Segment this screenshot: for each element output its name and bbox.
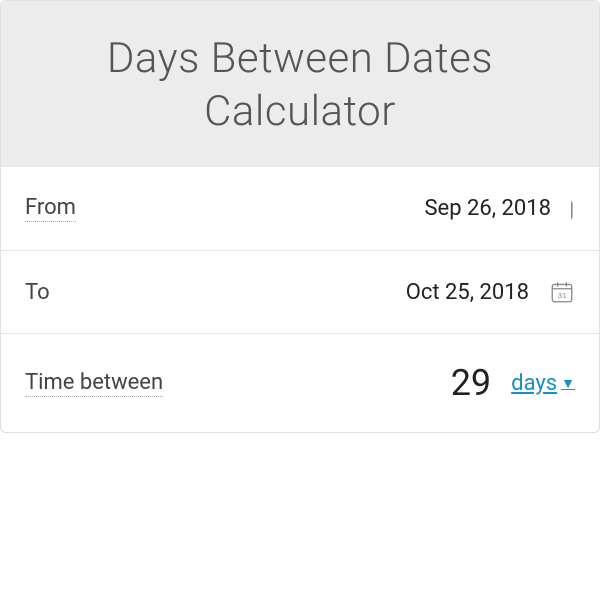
- result-row: Time between 29 days ▼: [1, 333, 599, 432]
- to-value-area: Oct 25, 2018 31: [406, 279, 575, 305]
- result-value-area: 29 days ▼: [451, 362, 575, 404]
- from-date-input[interactable]: Sep 26, 2018: [424, 196, 551, 221]
- calendar-icon[interactable]: [571, 196, 575, 222]
- to-row: To Oct 25, 2018 31: [1, 250, 599, 333]
- to-date-input[interactable]: Oct 25, 2018: [406, 280, 529, 305]
- card-header: Days Between Dates Calculator: [1, 1, 599, 166]
- calendar-icon[interactable]: 31: [549, 279, 575, 305]
- calculator-card: Days Between Dates Calculator From Sep 2…: [0, 0, 600, 433]
- to-label: To: [25, 280, 50, 305]
- result-label: Time between: [25, 370, 163, 397]
- from-row: From Sep 26, 2018: [1, 166, 599, 250]
- from-label: From: [25, 195, 76, 222]
- unit-label: days: [511, 371, 557, 396]
- page-title: Days Between Dates Calculator: [21, 33, 579, 138]
- chevron-down-icon: ▼: [561, 375, 575, 392]
- result-value: 29: [451, 362, 491, 404]
- unit-dropdown[interactable]: days ▼: [511, 371, 575, 396]
- svg-text:31: 31: [558, 291, 566, 300]
- from-value-area: Sep 26, 2018: [424, 196, 575, 222]
